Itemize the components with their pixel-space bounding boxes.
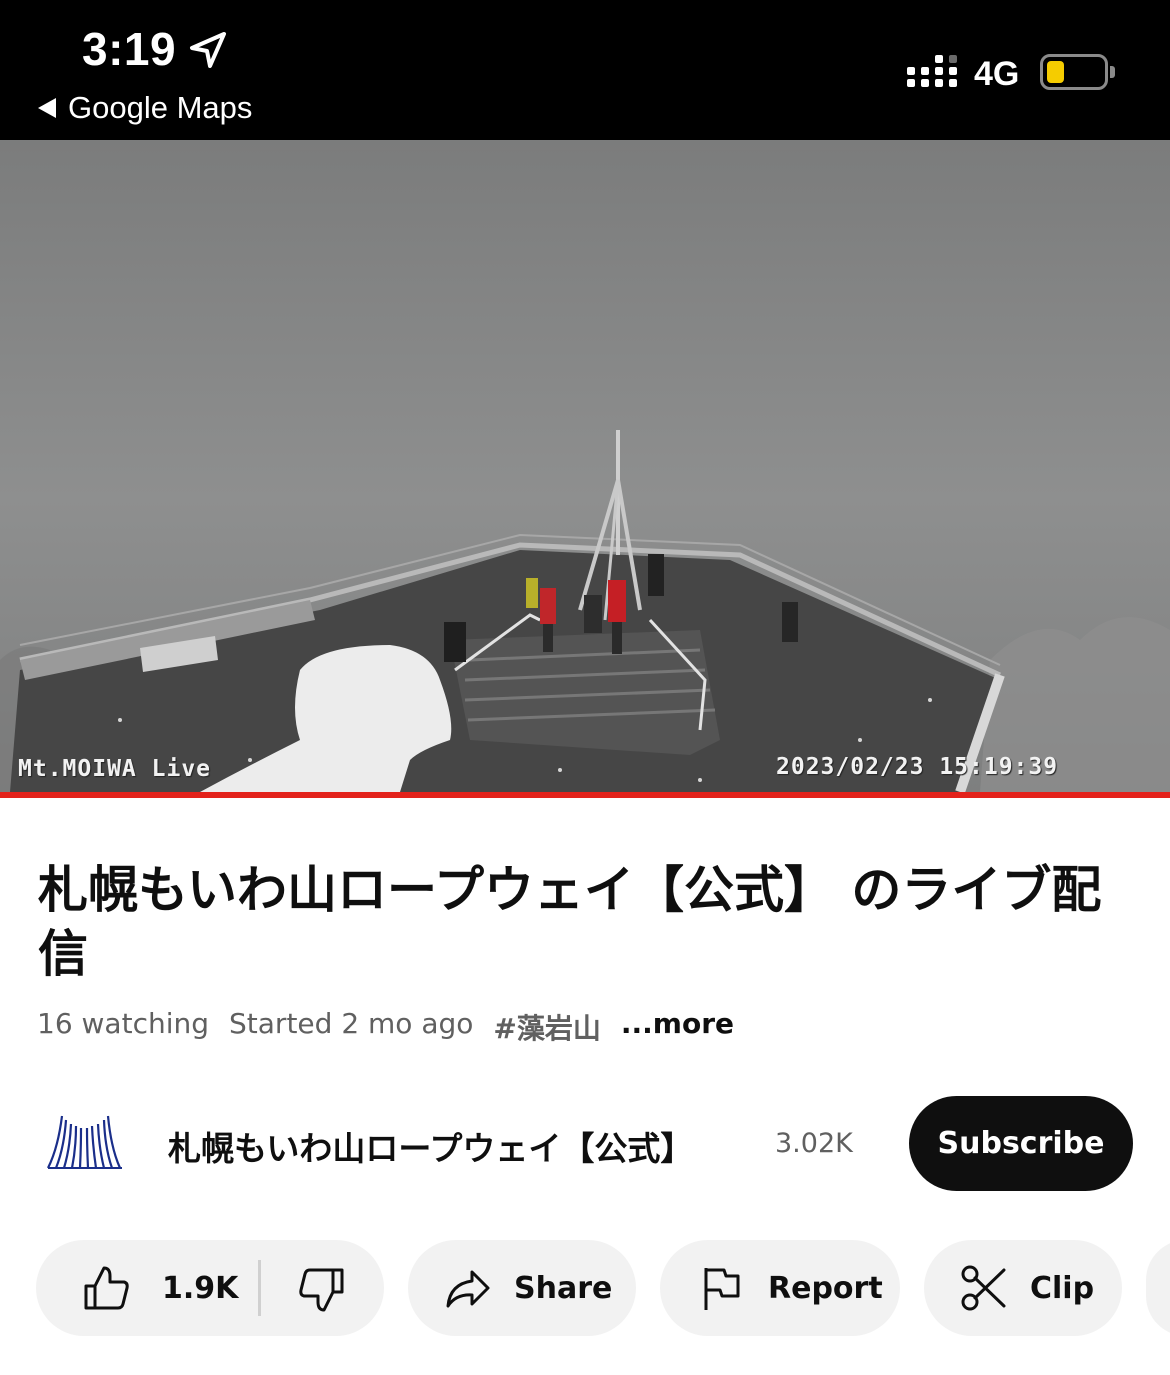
scissors-icon	[961, 1265, 1006, 1311]
started-time: Started 2 mo ago	[229, 1007, 474, 1040]
status-time: 3:19	[82, 23, 177, 75]
video-overlay-timestamp: 2023/02/23 15:19:39	[776, 754, 1059, 780]
hashtag-link[interactable]: #藻岩山	[493, 1007, 600, 1047]
thumbs-up-icon	[84, 1266, 129, 1310]
like-button[interactable]: 1.9K	[82, 1264, 238, 1312]
video-overlay-label: Mt.MOIWA Live	[18, 756, 212, 782]
flag-icon	[704, 1268, 740, 1310]
share-button[interactable]: Share	[408, 1240, 636, 1336]
like-dislike-chip: 1.9K	[36, 1240, 384, 1336]
share-arrow-icon	[446, 1270, 490, 1308]
video-player[interactable]: Mt.MOIWA Live 2023/02/23 15:19:39	[0, 140, 1170, 792]
battery-tip	[1110, 66, 1115, 78]
video-frame-scene	[0, 140, 1170, 792]
status-bar: 3:19 Google Maps 4G	[0, 0, 1170, 140]
video-progress-bar[interactable]	[0, 792, 1170, 798]
location-arrow-icon	[190, 32, 226, 68]
video-meta[interactable]: 16 watching Started 2 mo ago #藻岩山 ...mor…	[37, 1007, 734, 1047]
like-divider	[258, 1260, 261, 1316]
channel-name[interactable]: 札幌もいわ山ロープウェイ【公式】	[168, 1122, 728, 1170]
clip-label: Clip	[1030, 1270, 1095, 1306]
subscribe-button[interactable]: Subscribe	[909, 1096, 1133, 1191]
report-label: Report	[768, 1270, 883, 1306]
like-count: 1.9K	[162, 1270, 239, 1306]
video-title: 札幌もいわ山ロープウェイ【公式】 のライブ配信	[38, 861, 1102, 983]
watching-count: 16 watching	[37, 1007, 210, 1040]
channel-avatar[interactable]	[44, 1108, 126, 1174]
thumbs-down-icon[interactable]	[298, 1266, 346, 1314]
subscriber-count: 3.02K	[775, 1128, 853, 1159]
back-app-label: Google Maps	[68, 90, 253, 125]
network-type: 4G	[974, 55, 1020, 93]
share-label: Share	[514, 1270, 613, 1306]
more-actions-chip[interactable]	[1146, 1240, 1170, 1336]
more-description-button[interactable]: ...more	[621, 1007, 734, 1047]
back-triangle-icon	[38, 98, 56, 118]
battery-icon	[1040, 54, 1108, 90]
report-button[interactable]: Report	[660, 1240, 900, 1336]
battery-level	[1047, 61, 1064, 83]
cellular-signal-icon	[907, 55, 957, 87]
clip-button[interactable]: Clip	[924, 1240, 1122, 1336]
back-to-app-link[interactable]: Google Maps	[38, 90, 252, 126]
video-progress-fill	[0, 792, 1170, 798]
